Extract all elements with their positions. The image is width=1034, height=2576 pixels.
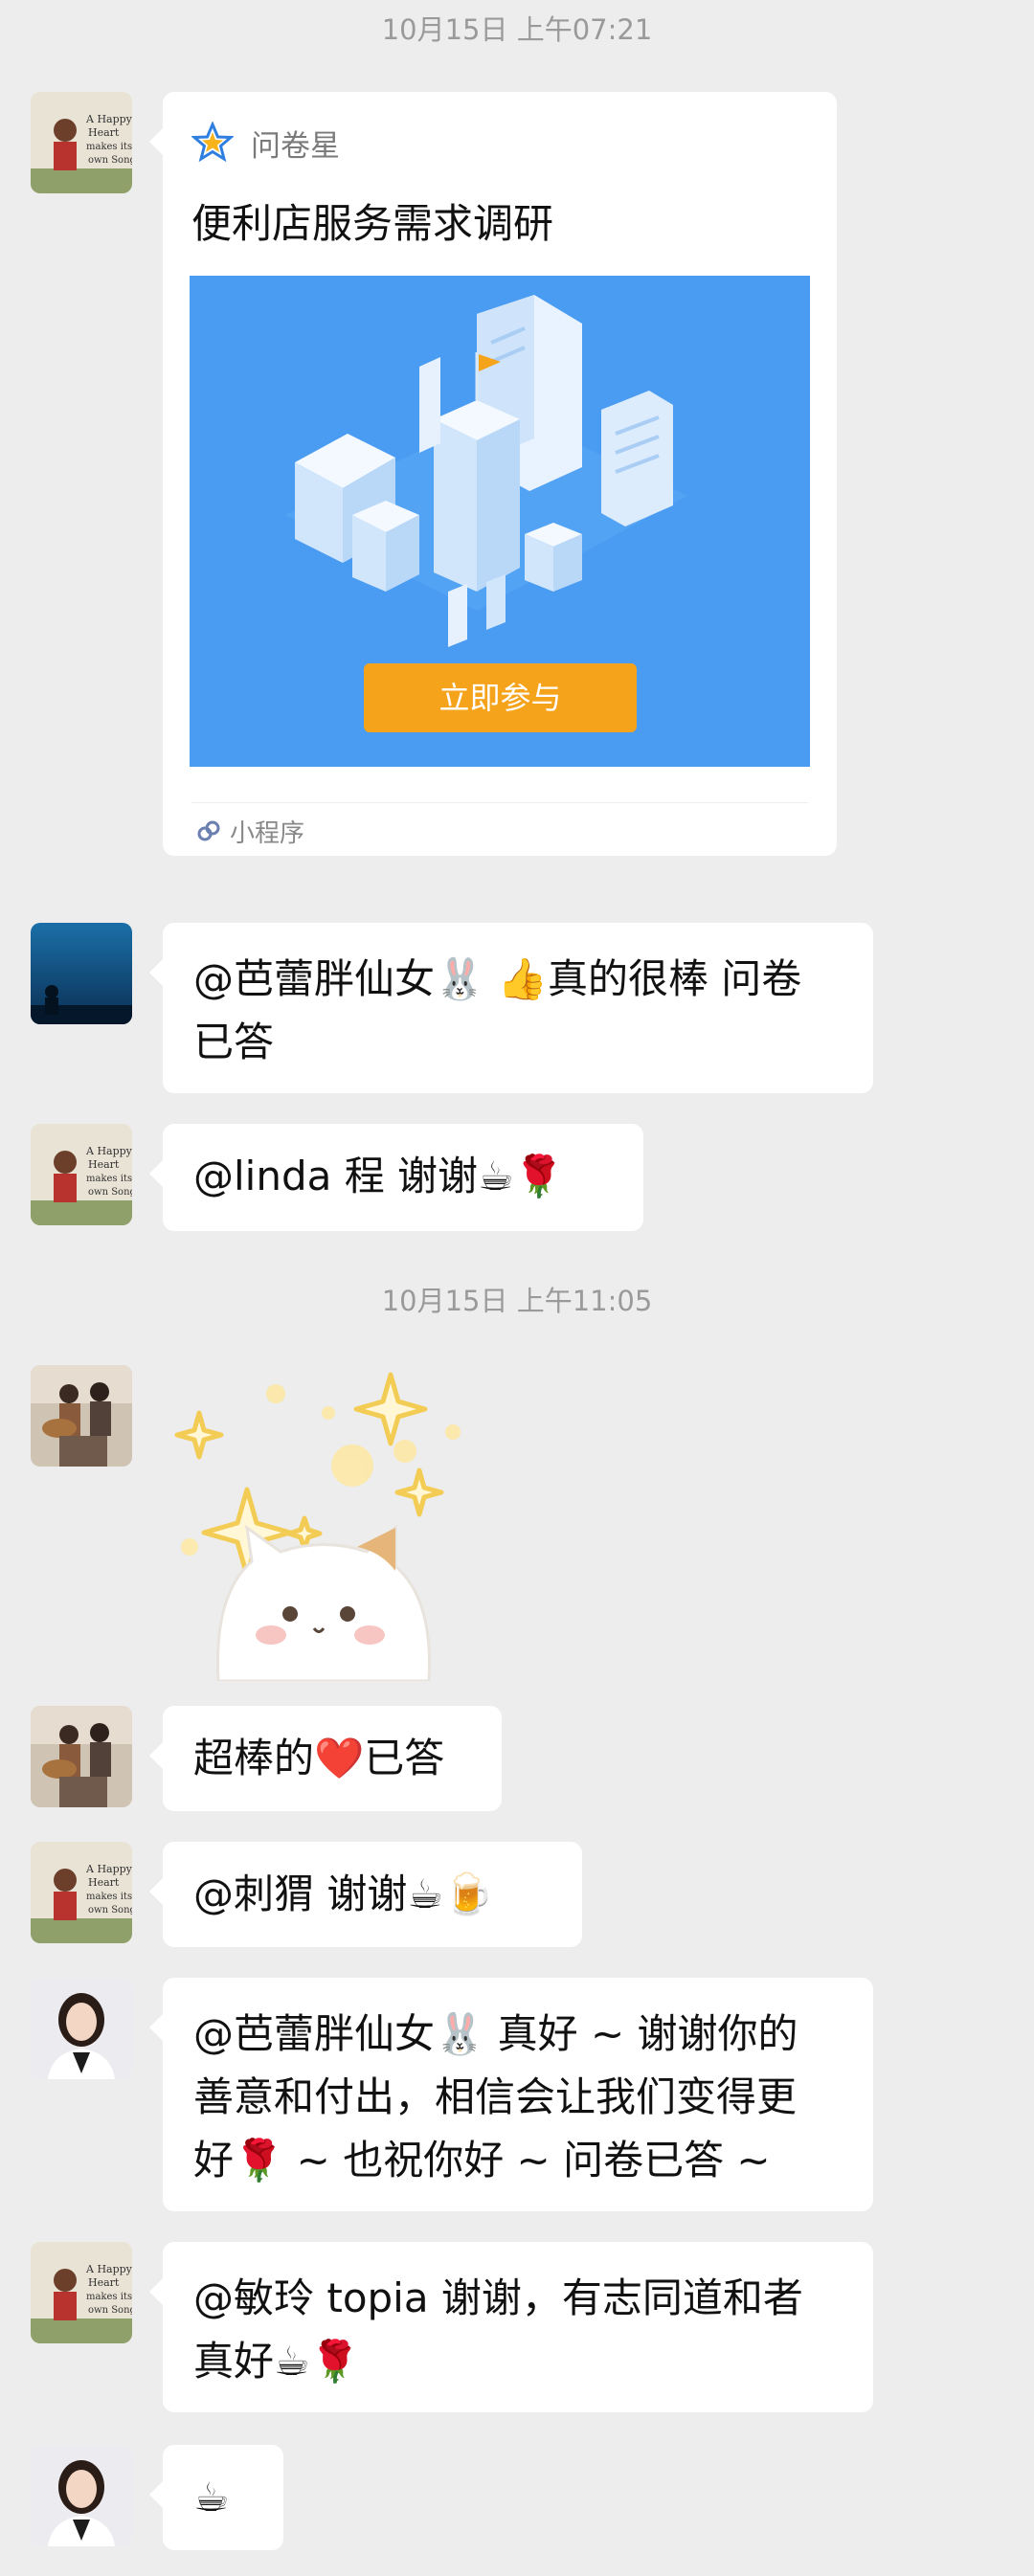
mini-program-icon bbox=[197, 820, 220, 841]
avatar-aquarium-silhouette[interactable] bbox=[31, 923, 132, 1024]
mini-program-label: 小程序 bbox=[230, 818, 305, 848]
svg-text:A Happy: A Happy bbox=[85, 1863, 132, 1875]
message-bubble[interactable]: ☕ bbox=[149, 2445, 283, 2550]
svg-text:makes its: makes its bbox=[86, 142, 132, 152]
svg-text:own Song: own Song bbox=[88, 1187, 132, 1198]
svg-text:A Happy: A Happy bbox=[85, 2263, 132, 2275]
avatar-happy-heart[interactable]: A Happy Heart makes its own Song bbox=[31, 1842, 132, 1943]
message-bubble[interactable]: @敏玲 topia 谢谢，有志同道和者 真好☕🌹 bbox=[149, 2242, 873, 2412]
message-text-line1: @芭蕾胖仙女🐰 真好 ~ 谢谢你的 bbox=[193, 2010, 798, 2057]
join-now-button[interactable]: 立即参与 bbox=[364, 663, 637, 732]
message-text-line3: 好🌹 ~ 也祝你好 ~ 问卷已答 ~ bbox=[193, 2137, 771, 2184]
card-source-name: 问卷星 bbox=[251, 128, 340, 164]
svg-text:A Happy: A Happy bbox=[85, 1145, 132, 1157]
message-text: @芭蕾胖仙女🐰 👍真的很棒 问卷 bbox=[193, 955, 802, 1002]
message-text: @刺猬 谢谢☕🍺 bbox=[193, 1870, 494, 1917]
avatar-guitar-couple[interactable] bbox=[31, 1706, 132, 1807]
card-source: 问卷星 bbox=[191, 119, 340, 167]
message-bubble[interactable]: @刺猬 谢谢☕🍺 bbox=[149, 1842, 582, 1947]
card-footer: 小程序 bbox=[195, 812, 304, 850]
svg-text:own Song: own Song bbox=[88, 2305, 132, 2316]
svg-text:Heart: Heart bbox=[88, 2276, 120, 2289]
svg-text:own Song: own Song bbox=[88, 155, 132, 166]
timestamp: 10月15日 上午07:21 bbox=[381, 13, 653, 46]
svg-text:own Song: own Song bbox=[88, 1905, 132, 1915]
avatar-woman-portrait[interactable] bbox=[31, 2445, 132, 2546]
svg-text:Heart: Heart bbox=[88, 1876, 120, 1889]
svg-text:makes its: makes its bbox=[86, 1892, 132, 1902]
avatar-guitar-couple[interactable] bbox=[31, 1365, 132, 1467]
message-text-line2: 真好☕🌹 bbox=[193, 2338, 360, 2385]
message-bubble[interactable]: @linda 程 谢谢☕🌹 bbox=[149, 1124, 643, 1231]
svg-text:makes its: makes its bbox=[86, 1174, 132, 1184]
chat-screen: 10月15日 上午07:21 A Happy Heart makes its o… bbox=[0, 0, 1034, 2576]
svg-text:Heart: Heart bbox=[88, 1158, 120, 1171]
mini-program-card[interactable]: 问卷星 便利店服务需求调研 立即参与 小程序 bbox=[149, 92, 837, 856]
message-text: @linda 程 谢谢☕🌹 bbox=[193, 1153, 565, 1199]
svg-text:A Happy: A Happy bbox=[85, 113, 132, 125]
message-bubble[interactable]: @芭蕾胖仙女🐰 真好 ~ 谢谢你的 善意和付出，相信会让我们变得更 好🌹 ~ 也… bbox=[149, 1978, 873, 2211]
card-divider bbox=[191, 802, 808, 803]
avatar-happy-heart[interactable]: A Happy Heart makes its own Song bbox=[31, 92, 132, 193]
timestamp: 10月15日 上午11:05 bbox=[381, 1285, 653, 1317]
message-bubble[interactable]: 超棒的❤️已答 bbox=[149, 1706, 502, 1811]
message-text-line1: @敏玲 topia 谢谢，有志同道和者 bbox=[193, 2274, 803, 2321]
avatar-happy-heart[interactable]: A Happy Heart makes its own Song bbox=[31, 2242, 132, 2343]
message-text: 超棒的❤️已答 bbox=[193, 1735, 445, 1781]
sparkle-cat-sticker[interactable] bbox=[161, 1355, 486, 1683]
avatar-happy-heart[interactable]: A Happy Heart makes its own Song bbox=[31, 1124, 132, 1225]
svg-text:Heart: Heart bbox=[88, 126, 120, 139]
message-text-line2: 已答 bbox=[193, 1019, 275, 1065]
message-text: ☕ bbox=[193, 2474, 230, 2520]
message-text-line2: 善意和付出，相信会让我们变得更 bbox=[193, 2073, 798, 2120]
card-title: 便利店服务需求调研 bbox=[191, 200, 554, 247]
svg-text:makes its: makes its bbox=[86, 2292, 132, 2302]
message-bubble[interactable]: @芭蕾胖仙女🐰 👍真的很棒 问卷 已答 bbox=[149, 923, 873, 1093]
avatar-woman-portrait[interactable] bbox=[31, 1978, 132, 2079]
star-icon bbox=[191, 122, 234, 163]
card-cover-image: 立即参与 bbox=[190, 276, 810, 767]
